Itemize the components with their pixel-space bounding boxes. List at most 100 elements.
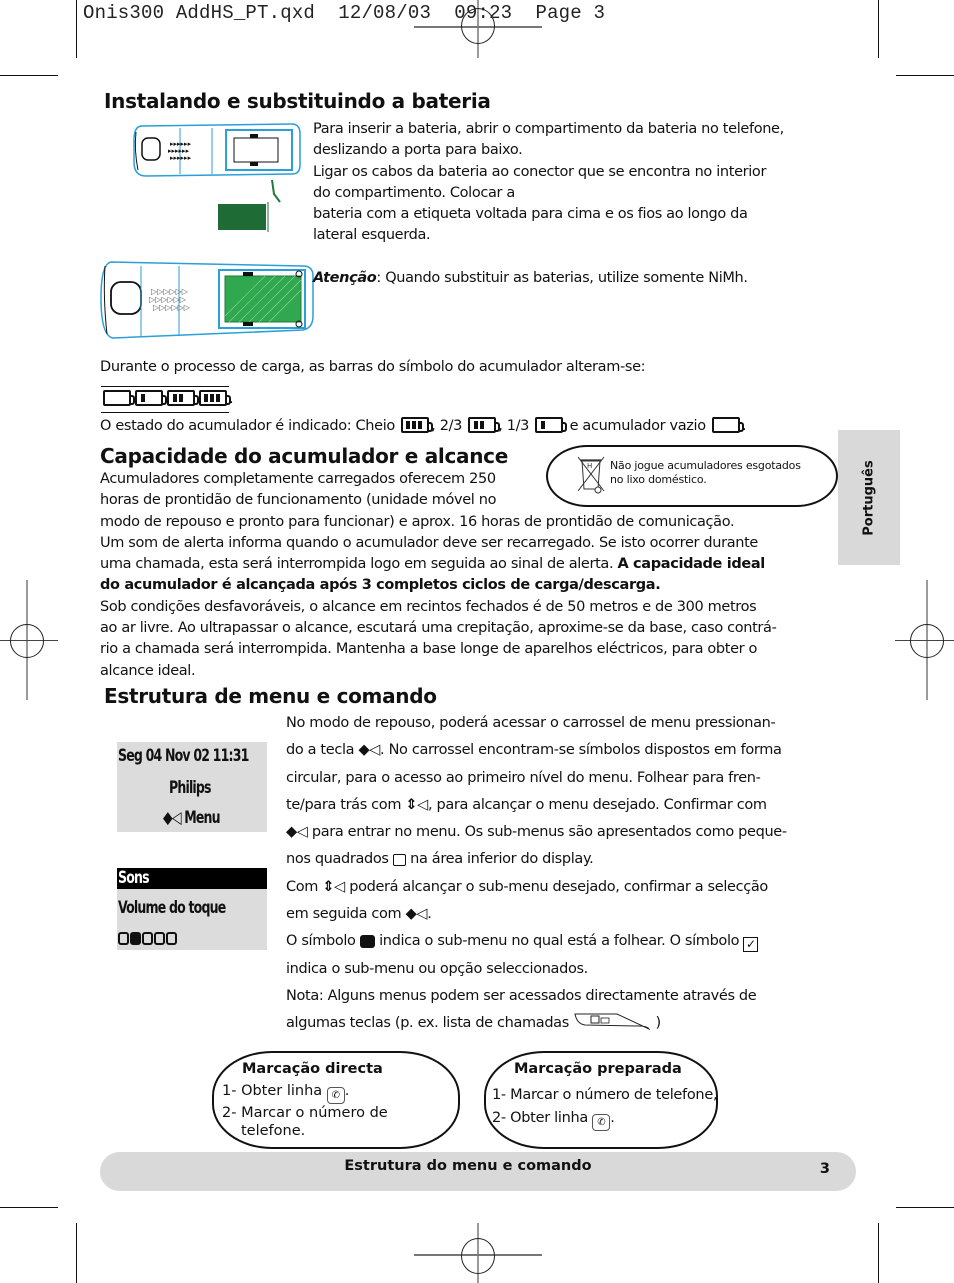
menu-key-icon: ◆◁: [405, 906, 428, 923]
period: .: [344, 1083, 350, 1099]
text-line: te/para trás com ⇕◁, para alcançar o men…: [286, 792, 846, 819]
handset-open-illustration: ▸▸▸▸▸▸ ▸▸▸▸▸▸ ▸▸▸▸▸▸: [133, 123, 301, 232]
print-slug: Onis300 AddHS_PT.qxd 12/08/03 09:23 Page…: [83, 2, 606, 24]
prepared-dialing-title: Marcação preparada: [514, 1061, 682, 1077]
text-run: uma chamada, esta será interrompida logo…: [100, 556, 618, 573]
phone-off-hook-key-icon: ✆: [592, 1114, 611, 1131]
text-line: uma chamada, esta será interrompida logo…: [100, 554, 840, 575]
text-run: na área inferior do display.: [405, 851, 594, 868]
menu-description: No modo de repouso, poderá acessar o car…: [286, 710, 846, 1038]
text-line: lateral esquerda.: [313, 227, 431, 244]
crop-mark-left-top: [0, 75, 58, 76]
text-line: O símbolo indica o sub-menu no qual está…: [286, 928, 846, 955]
text-line: modo de repouso e pronto para funcionar)…: [100, 513, 735, 530]
volume-square: [118, 932, 129, 945]
prepared-dialing-steps: 1- Marcar o número de telefone, 2- Obter…: [492, 1084, 718, 1131]
step-1: 1- Marcar o número de telefone,: [492, 1087, 718, 1103]
step-text: 1- Obter linha: [222, 1083, 327, 1099]
battery-one-third-icon: [535, 417, 568, 433]
call-list-key-icon: [574, 1013, 651, 1031]
text-run: , para alcançar o menu desejado. Confirm…: [427, 796, 767, 813]
attention-label: Atenção: [313, 270, 377, 286]
text-line: Sob condições desfavoráveis, o alcance e…: [100, 598, 757, 615]
volume-square: [142, 932, 153, 945]
crop-mark-right-top: [896, 75, 954, 76]
charge-sequence: .: [101, 386, 234, 414]
text-run: nos quadrados: [286, 851, 393, 868]
status-two-thirds-label: , 2/3: [431, 418, 462, 434]
step-2: 2- Marcar o número de: [222, 1105, 388, 1121]
battery-empty-icon: [103, 390, 135, 406]
navigation-key-icon: ⇕◁: [405, 796, 428, 813]
text-line: algumas teclas (p. ex. lista de chamadas…: [286, 1010, 846, 1037]
text-run: indica o sub-menu no qual está a folhear…: [374, 933, 744, 950]
handset-battery-installed-illustration: ▷▷▷▷▷▷ ▷▷▷▷▷▷ ▷▷▷▷▷▷: [100, 261, 314, 339]
attention-note: Atenção: Quando substituir as baterias, …: [313, 268, 748, 289]
volume-level-indicator: [118, 930, 178, 949]
svg-text:▷▷▷▷▷▷: ▷▷▷▷▷▷: [153, 303, 191, 312]
menu-key-icon: ◆◁: [286, 824, 308, 841]
step-2-continued: telefone.: [241, 1123, 306, 1139]
period: .: [610, 1110, 615, 1126]
menu-key-icon: ◆◁: [358, 742, 381, 759]
text-line: circular, para o acesso ao primeiro níve…: [286, 769, 761, 786]
crop-mark-bottom-right: [878, 1223, 879, 1283]
text-line: ◆◁ para entrar no menu. Os sub-menus são…: [286, 819, 846, 846]
bold-text: do acumulador é alcançada após 3 complet…: [100, 577, 661, 594]
status-intro: O estado do acumulador é indicado: Cheio: [100, 418, 395, 434]
prepared-dialing-box: Marcação preparada 1- Marcar o número de…: [484, 1051, 718, 1149]
direct-dialing-steps: 1- Obter linha ✆. 2- Marcar o número de …: [222, 1082, 388, 1140]
battery-one-bar-icon: [135, 390, 167, 406]
text-line: horas de prontidão de funcionamento (uni…: [100, 492, 497, 509]
footer-title: Estrutura do menu e comando: [344, 1158, 592, 1174]
text-line: bateria com a etiqueta voltada para cima…: [313, 206, 748, 223]
volume-square: [154, 932, 165, 945]
lcd-menu-label: Menu: [184, 808, 220, 828]
status-empty-label: e acumulador vazio: [565, 418, 706, 434]
text-line: do compartimento. Colocar a: [313, 184, 515, 201]
text-run: te/para trás com: [286, 796, 406, 813]
text-line: do a tecla ◆◁. No carrossel encontram-se…: [286, 737, 846, 764]
text-line: No modo de repouso, poderá acessar o car…: [286, 715, 776, 731]
text-run: Com: [286, 878, 323, 895]
direct-dialing-title: Marcação directa: [242, 1061, 383, 1077]
bold-text: A capacidade ideal: [617, 556, 765, 573]
capacity-paragraph: Acumuladores completamente carregados of…: [100, 469, 840, 682]
text-run: do a tecla: [286, 742, 359, 759]
page-number: 3: [819, 1161, 830, 1177]
text-line: rio a chamada será interrompida. Mantenh…: [100, 641, 758, 658]
crop-mark-top-right: [878, 0, 879, 58]
step-1: 1- Obter linha ✆.: [222, 1082, 388, 1104]
battery-install-paragraph: Para inserir a bateria, abrir o comparti…: [313, 119, 853, 247]
step-text: 2- Obter linha: [492, 1110, 593, 1126]
section-title-menu: Estrutura de menu e comando: [104, 684, 437, 708]
battery-two-bars-icon: [167, 390, 199, 406]
text-line: alcance ideal.: [100, 662, 196, 679]
text-run: poderá alcançar o sub-menu desejado, con…: [344, 878, 768, 895]
crop-mark-right-bottom: [896, 1207, 954, 1208]
crop-mark-top-left: [76, 0, 77, 58]
step-2: 2- Obter linha ✆.: [492, 1107, 717, 1131]
lcd-menu-softkey: ◆◁ Menu: [163, 808, 221, 828]
lcd-idle-screen: Seg 04 Nov 02 11:31 Philips ◆◁ Menu: [117, 742, 267, 832]
text-line: Para inserir a bateria, abrir o comparti…: [313, 121, 784, 137]
attention-text: : Quando substituir as baterias, utilize…: [376, 270, 748, 286]
battery-full-icon: [401, 417, 434, 433]
lcd-brand: Philips: [169, 778, 212, 798]
language-label: Português: [861, 459, 877, 536]
volume-square: [166, 932, 177, 945]
text-line: do acumulador é alcançada após 3 complet…: [100, 575, 840, 596]
text-run: .: [427, 906, 432, 923]
text-run: para entrar no menu. Os sub-menus são ap…: [307, 824, 787, 841]
text-line: Acumuladores completamente carregados of…: [100, 471, 496, 487]
charge-sequence-icons: [101, 386, 231, 414]
text-run: . No carrossel encontram-se símbolos dis…: [380, 742, 782, 759]
lcd-date-time: Seg 04 Nov 02 11:31: [118, 746, 249, 766]
battery-empty-icon: [711, 417, 744, 433]
section-title-battery-install: Instalando e substituindo a bateria: [104, 89, 491, 113]
section-title-capacity: Capacidade do acumulador e alcance: [100, 444, 508, 468]
text-line: Ligar os cabos da bateria ao conector qu…: [313, 163, 767, 180]
text-line: Com ⇕◁ poderá alcançar o sub-menu deseja…: [286, 874, 846, 901]
text-run: ): [655, 1015, 661, 1032]
text-line: deslizando a porta para baixo.: [313, 142, 523, 159]
